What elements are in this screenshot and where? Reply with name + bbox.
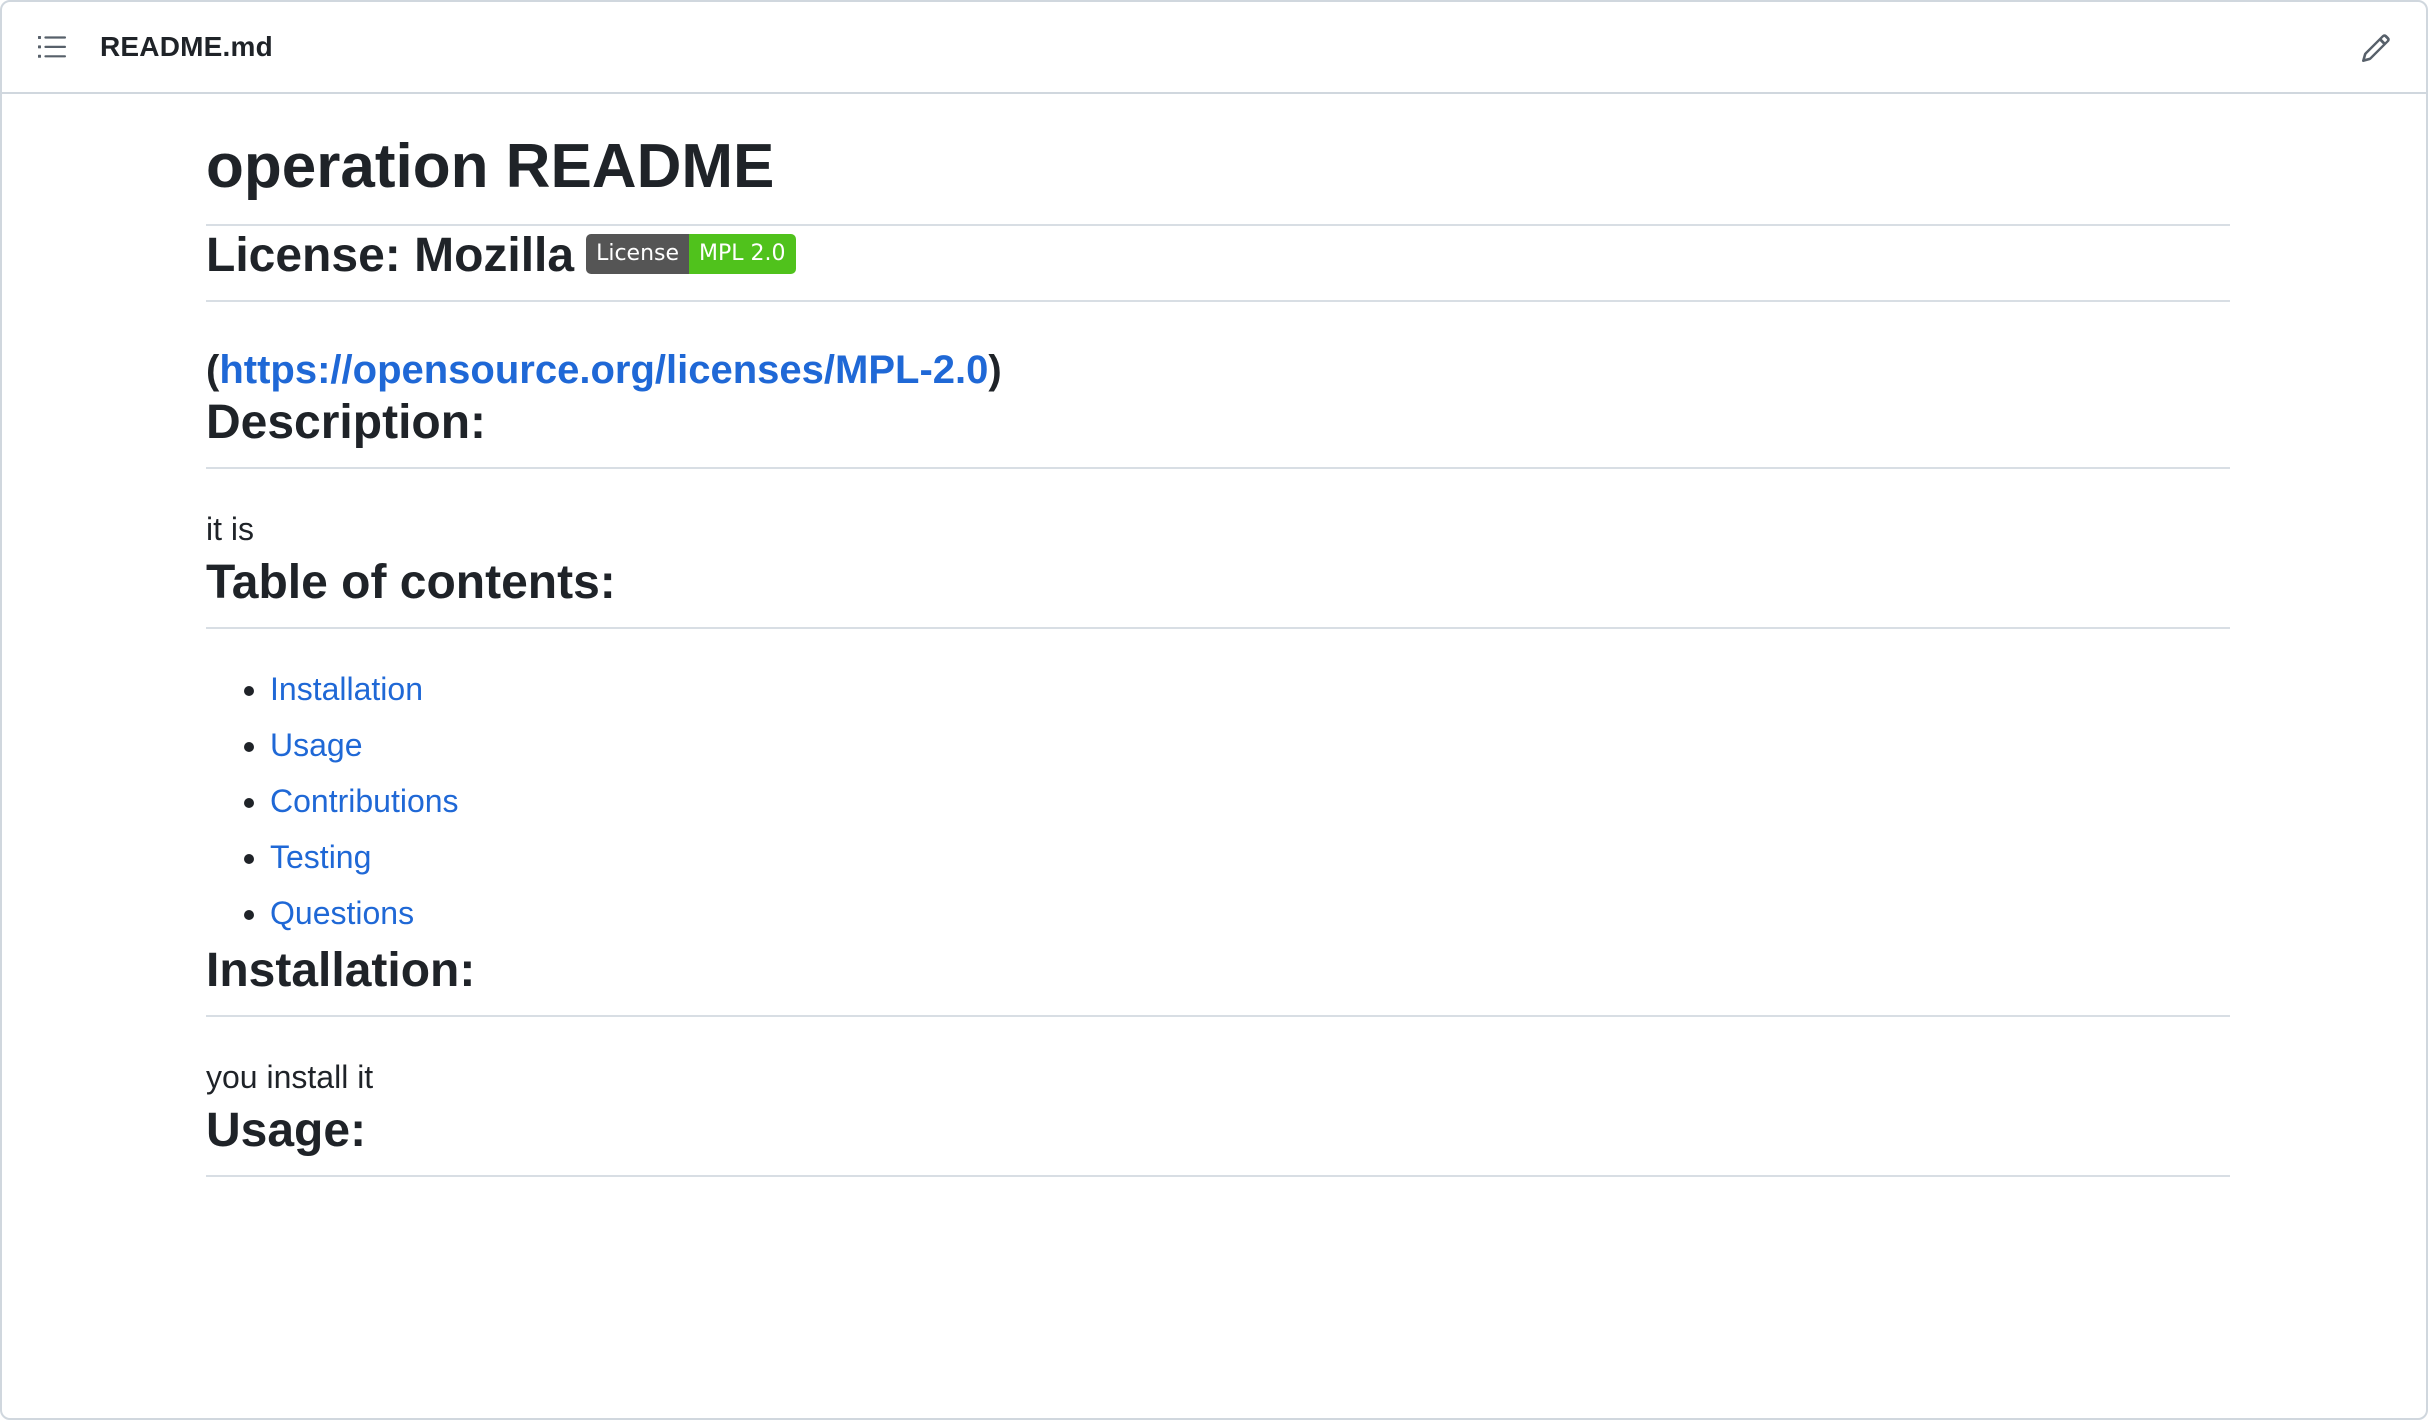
installation-text: you install it: [206, 1058, 374, 1095]
license-heading: License: Mozilla License MPL 2.0: [206, 226, 2230, 302]
paren-open: (: [206, 347, 220, 392]
list-item: Testing: [270, 829, 2230, 885]
list-item: Usage: [270, 717, 2230, 773]
installation-heading: Installation:: [206, 941, 2230, 1017]
list-item: Installation: [270, 661, 2230, 717]
description-text: it is: [206, 510, 254, 547]
list-item: Contributions: [270, 773, 2230, 829]
toc-link-contributions[interactable]: Contributions: [270, 783, 459, 819]
list-outline-icon-svg: [38, 36, 66, 58]
pencil-icon-svg: [2361, 34, 2390, 63]
license-heading-text: License: Mozilla: [206, 228, 575, 282]
license-badge: License MPL 2.0: [586, 233, 796, 274]
usage-heading: Usage:: [206, 1101, 2230, 1177]
toc-heading: Table of contents:: [206, 553, 2230, 629]
badge-message: MPL 2.0: [689, 233, 796, 274]
toc-list: Installation Usage Contributions Testing…: [206, 661, 2230, 941]
toc-link-usage[interactable]: Usage: [270, 727, 363, 763]
file-header: README.md: [2, 2, 2426, 94]
toc-link-testing[interactable]: Testing: [270, 839, 371, 875]
file-name: README.md: [100, 31, 273, 62]
readme-panel: README.md operation README License: Mozi…: [0, 0, 2428, 1420]
readme-title: operation README: [206, 128, 2230, 226]
badge-label: License: [586, 233, 690, 274]
license-link[interactable]: https://opensource.org/licenses/MPL-2.0: [219, 348, 988, 392]
list-outline-icon[interactable]: [32, 27, 72, 67]
list-item: Questions: [270, 885, 2230, 941]
markdown-body: operation README License: Mozilla Licens…: [206, 94, 2230, 1177]
pencil-icon[interactable]: [2354, 26, 2398, 70]
paren-close: ): [988, 347, 1002, 392]
toc-link-questions[interactable]: Questions: [270, 895, 414, 931]
description-heading: Description:: [206, 393, 2230, 469]
toc-link-installation[interactable]: Installation: [270, 671, 423, 707]
license-link-paragraph: (https://opensource.org/licenses/MPL-2.0…: [206, 348, 2230, 393]
